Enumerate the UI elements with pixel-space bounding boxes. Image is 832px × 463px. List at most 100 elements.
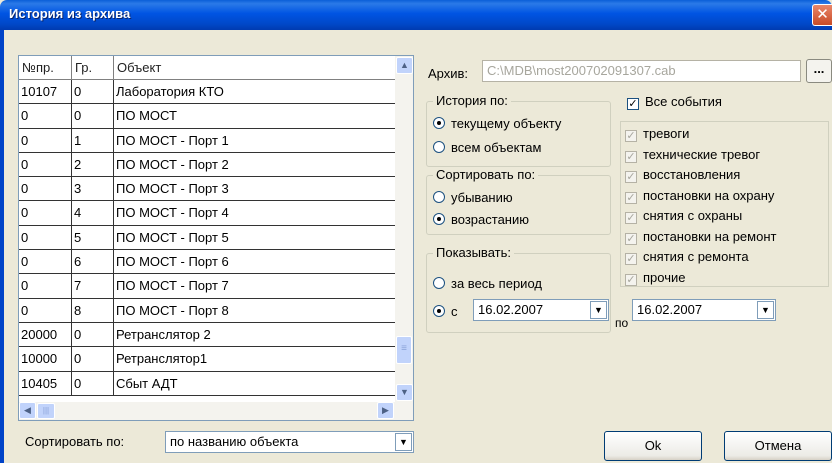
table-row[interactable]: 0 7 ПО МОСТ - Порт 7 bbox=[19, 274, 395, 299]
column-header-number[interactable]: №пр. bbox=[19, 56, 72, 80]
event-type-label: восстановления bbox=[643, 167, 741, 182]
table-row[interactable]: 10000 0 Ретранслятор1 bbox=[19, 347, 395, 372]
checkbox[interactable]: ✓ bbox=[625, 253, 637, 265]
checkbox[interactable]: ✓ bbox=[627, 98, 639, 110]
chevron-down-icon[interactable]: ▼ bbox=[590, 301, 607, 319]
radio-button[interactable] bbox=[433, 277, 445, 289]
sort-descending-option[interactable]: убыванию bbox=[433, 190, 513, 205]
table-row[interactable]: 0 4 ПО МОСТ - Порт 4 bbox=[19, 201, 395, 226]
vertical-scrollbar[interactable]: ▲ ≡ ▼ bbox=[395, 56, 413, 402]
scroll-down-button[interactable]: ▼ bbox=[396, 384, 413, 401]
radio-button[interactable] bbox=[433, 141, 445, 153]
cell-object: ПО МОСТ - Порт 3 bbox=[116, 181, 229, 197]
window-frame bbox=[0, 30, 4, 463]
scroll-left-button[interactable]: ◀ bbox=[19, 402, 36, 419]
event-type-label: технические тревог bbox=[643, 146, 761, 162]
cell-group: 3 bbox=[72, 177, 114, 202]
table-row[interactable]: 0 6 ПО МОСТ - Порт 6 bbox=[19, 250, 395, 275]
horizontal-scrollbar[interactable]: ◀ ||| ▶ bbox=[19, 402, 413, 420]
event-type-label: постановки на охрану bbox=[643, 187, 775, 203]
table-row[interactable]: 0 8 ПО МОСТ - Порт 8 bbox=[19, 298, 395, 323]
vertical-scroll-thumb[interactable]: ≡ bbox=[396, 336, 412, 364]
cell-object: Ретранслятор 2 bbox=[116, 326, 211, 342]
checkbox[interactable]: ✓ bbox=[625, 273, 637, 286]
cell-number: 0 bbox=[19, 274, 72, 299]
cell-object: ПО МОСТ bbox=[116, 108, 177, 124]
date-to-picker[interactable]: 16.02.2007 ▼ bbox=[632, 299, 776, 321]
option-label: убыванию bbox=[451, 190, 513, 205]
table-row[interactable]: 0 0 ПО МОСТ bbox=[19, 104, 395, 129]
option-label: всем объектам bbox=[451, 140, 542, 155]
cell-group: 2 bbox=[72, 152, 114, 177]
event-type-label: тревоги bbox=[643, 126, 690, 141]
checkbox[interactable]: ✓ bbox=[625, 191, 637, 204]
event-type-checkbox[interactable]: ✓ снятия с охраны bbox=[625, 208, 742, 224]
table-row[interactable]: 10107 0 Лаборатория КТО bbox=[19, 80, 395, 105]
cell-object: ПО МОСТ - Порт 5 bbox=[116, 229, 229, 245]
option-label: текущему объекту bbox=[451, 116, 562, 131]
sort-ascending-option[interactable]: возрастанию bbox=[433, 212, 529, 227]
browse-button[interactable]: ... bbox=[806, 59, 832, 83]
archive-path-field[interactable]: C:\MDB\most200702091307.cab bbox=[482, 60, 801, 82]
radio-button[interactable] bbox=[433, 213, 445, 225]
chevron-down-icon[interactable]: ▼ bbox=[757, 301, 774, 319]
option-label: за весь период bbox=[451, 276, 542, 291]
scroll-up-button[interactable]: ▲ bbox=[396, 57, 413, 74]
history-by-title: История по: bbox=[433, 93, 511, 108]
list-header: №пр. Гр. Объект bbox=[19, 56, 395, 80]
radio-button[interactable] bbox=[433, 117, 445, 129]
cell-group: 6 bbox=[72, 250, 114, 275]
history-dialog: История из архива ✕ №пр. Гр. Объект 1010… bbox=[0, 0, 832, 463]
event-type-checkbox[interactable]: ✓ снятия с ремонта bbox=[625, 249, 749, 265]
radio-button[interactable] bbox=[433, 191, 445, 203]
cell-group: 7 bbox=[72, 274, 114, 299]
checkbox[interactable]: ✓ bbox=[625, 130, 637, 142]
cell-number: 0 bbox=[19, 152, 72, 177]
sort-by-group: Сортировать по: убыванию возрастанию bbox=[426, 167, 611, 235]
cell-number: 20000 bbox=[19, 322, 72, 347]
table-row[interactable]: 0 3 ПО МОСТ - Порт 3 bbox=[19, 177, 395, 202]
checkbox[interactable]: ✓ bbox=[625, 150, 637, 163]
history-current-object-option[interactable]: текущему объекту bbox=[433, 116, 561, 131]
cell-object: ПО МОСТ - Порт 4 bbox=[116, 205, 229, 221]
sort-objects-select[interactable]: по названию объекта ▼ bbox=[165, 431, 414, 453]
object-list[interactable]: №пр. Гр. Объект 10107 0 Лаборатория КТО 0 0 П… bbox=[18, 55, 414, 421]
event-type-checkbox[interactable]: ✓ тревоги bbox=[625, 126, 689, 142]
event-type-checkbox[interactable]: ✓ технические тревог bbox=[625, 147, 760, 163]
column-header-object[interactable]: Объект bbox=[114, 56, 395, 80]
event-type-checkbox[interactable]: ✓ восстановления bbox=[625, 167, 740, 183]
cell-group: 4 bbox=[72, 201, 114, 226]
show-all-period-option[interactable]: за весь период bbox=[433, 276, 542, 291]
cell-group: 5 bbox=[72, 225, 114, 250]
event-type-label: прочие bbox=[643, 269, 686, 285]
table-row[interactable]: 0 2 ПО МОСТ - Порт 2 bbox=[19, 152, 395, 178]
event-type-checkbox[interactable]: ✓ постановки на ремонт bbox=[625, 229, 776, 245]
table-row[interactable]: 10405 0 Сбыт АДТ bbox=[19, 371, 395, 396]
checkbox[interactable]: ✓ bbox=[625, 232, 637, 245]
horizontal-scroll-thumb[interactable]: ||| bbox=[37, 403, 55, 419]
ok-button[interactable]: Ok bbox=[604, 431, 702, 461]
checkbox[interactable]: ✓ bbox=[625, 212, 637, 224]
scroll-right-button[interactable]: ▶ bbox=[377, 402, 394, 419]
option-label: с bbox=[451, 304, 458, 319]
table-row[interactable]: 0 5 ПО МОСТ - Порт 5 bbox=[19, 225, 395, 251]
radio-button[interactable] bbox=[433, 305, 445, 317]
title-bar[interactable]: История из архива ✕ bbox=[0, 0, 832, 30]
event-type-checkbox[interactable]: ✓ прочие bbox=[625, 270, 685, 286]
chevron-down-icon[interactable]: ▼ bbox=[395, 433, 412, 451]
date-to-label: по bbox=[615, 316, 629, 330]
checkbox[interactable]: ✓ bbox=[625, 171, 637, 183]
all-events-checkbox[interactable]: ✓ Все события bbox=[627, 94, 722, 110]
cell-number: 0 bbox=[19, 298, 72, 323]
column-header-group[interactable]: Гр. bbox=[72, 56, 114, 80]
cell-number: 0 bbox=[19, 250, 72, 275]
close-button[interactable]: ✕ bbox=[812, 4, 832, 26]
table-row[interactable]: 20000 0 Ретранслятор 2 bbox=[19, 322, 395, 348]
show-from-option[interactable]: с bbox=[433, 304, 458, 319]
cancel-button[interactable]: Отмена bbox=[724, 431, 832, 461]
table-row[interactable]: 0 1 ПО МОСТ - Порт 1 bbox=[19, 128, 395, 153]
history-all-objects-option[interactable]: всем объектам bbox=[433, 140, 541, 155]
event-type-checkbox[interactable]: ✓ постановки на охрану bbox=[625, 188, 774, 204]
date-from-picker[interactable]: 16.02.2007 ▼ bbox=[473, 299, 609, 321]
show-period-title: Показывать: bbox=[433, 245, 514, 260]
